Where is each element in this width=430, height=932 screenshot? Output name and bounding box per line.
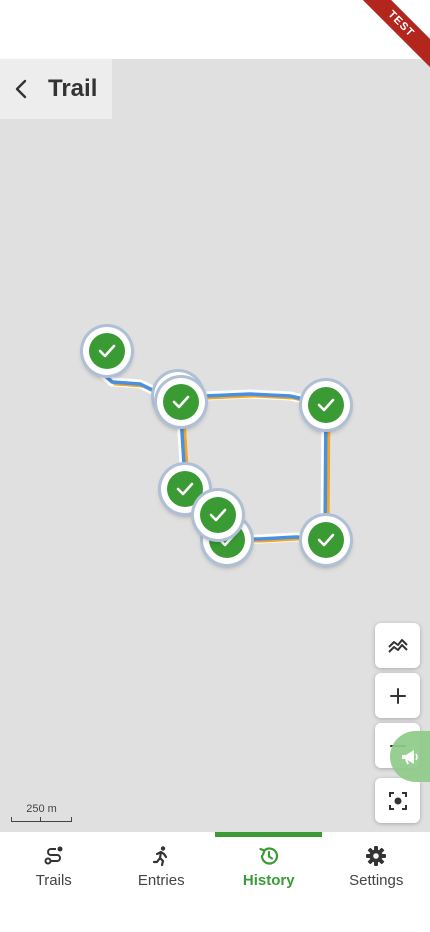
- back-button[interactable]: [4, 67, 40, 111]
- nav-label-settings: Settings: [349, 872, 404, 889]
- chevron-left-icon: [15, 79, 27, 99]
- checkpoint-marker[interactable]: [83, 327, 131, 375]
- map-scale: 250 m: [11, 803, 72, 822]
- nav-item-history[interactable]: History: [215, 832, 323, 932]
- nav-active-indicator: [215, 832, 322, 837]
- megaphone-icon: [402, 749, 418, 764]
- history-icon: [257, 844, 281, 868]
- nav-label-entries: Entries: [137, 872, 185, 889]
- runner-icon: [149, 844, 173, 868]
- trail-toggle-button[interactable]: [375, 623, 420, 668]
- check-icon: [172, 395, 190, 409]
- nav-label-history: History: [242, 872, 295, 889]
- focus-icon: [388, 791, 407, 810]
- checkpoint-marker[interactable]: [302, 516, 350, 564]
- map-view[interactable]: [0, 59, 430, 832]
- gear-icon: [364, 844, 388, 868]
- scale-label: 250 m: [26, 803, 57, 815]
- mountain-icon: [387, 638, 408, 653]
- nav-item-entries[interactable]: Entries: [108, 832, 216, 932]
- nav-item-settings[interactable]: Settings: [323, 832, 430, 932]
- app-bar: Trail: [0, 59, 112, 119]
- checkpoint-marker[interactable]: [157, 378, 205, 426]
- nav-label-trails: Trails: [35, 872, 72, 889]
- page-title: Trail: [48, 75, 98, 102]
- nav-indicator: [0, 832, 107, 837]
- check-icon: [98, 344, 116, 358]
- plus-icon: [389, 687, 406, 704]
- checkpoint-marker[interactable]: [302, 381, 350, 429]
- nav-indicator: [323, 832, 430, 837]
- bottom-navigation: Trails Entries History Settings: [0, 832, 430, 932]
- check-icon: [176, 482, 194, 496]
- trail-route: [96, 367, 331, 544]
- check-icon: [209, 508, 227, 522]
- scale-tick: [40, 817, 41, 821]
- check-icon: [317, 533, 335, 547]
- recenter-button[interactable]: [375, 778, 420, 823]
- nav-indicator: [108, 832, 215, 837]
- nav-item-trails[interactable]: Trails: [0, 832, 108, 932]
- scale-bar: [11, 817, 72, 822]
- check-icon: [317, 398, 335, 412]
- zoom-in-button[interactable]: [375, 673, 420, 718]
- status-bar: [0, 0, 430, 59]
- checkpoint-marker[interactable]: [194, 491, 242, 539]
- route-icon: [42, 844, 66, 868]
